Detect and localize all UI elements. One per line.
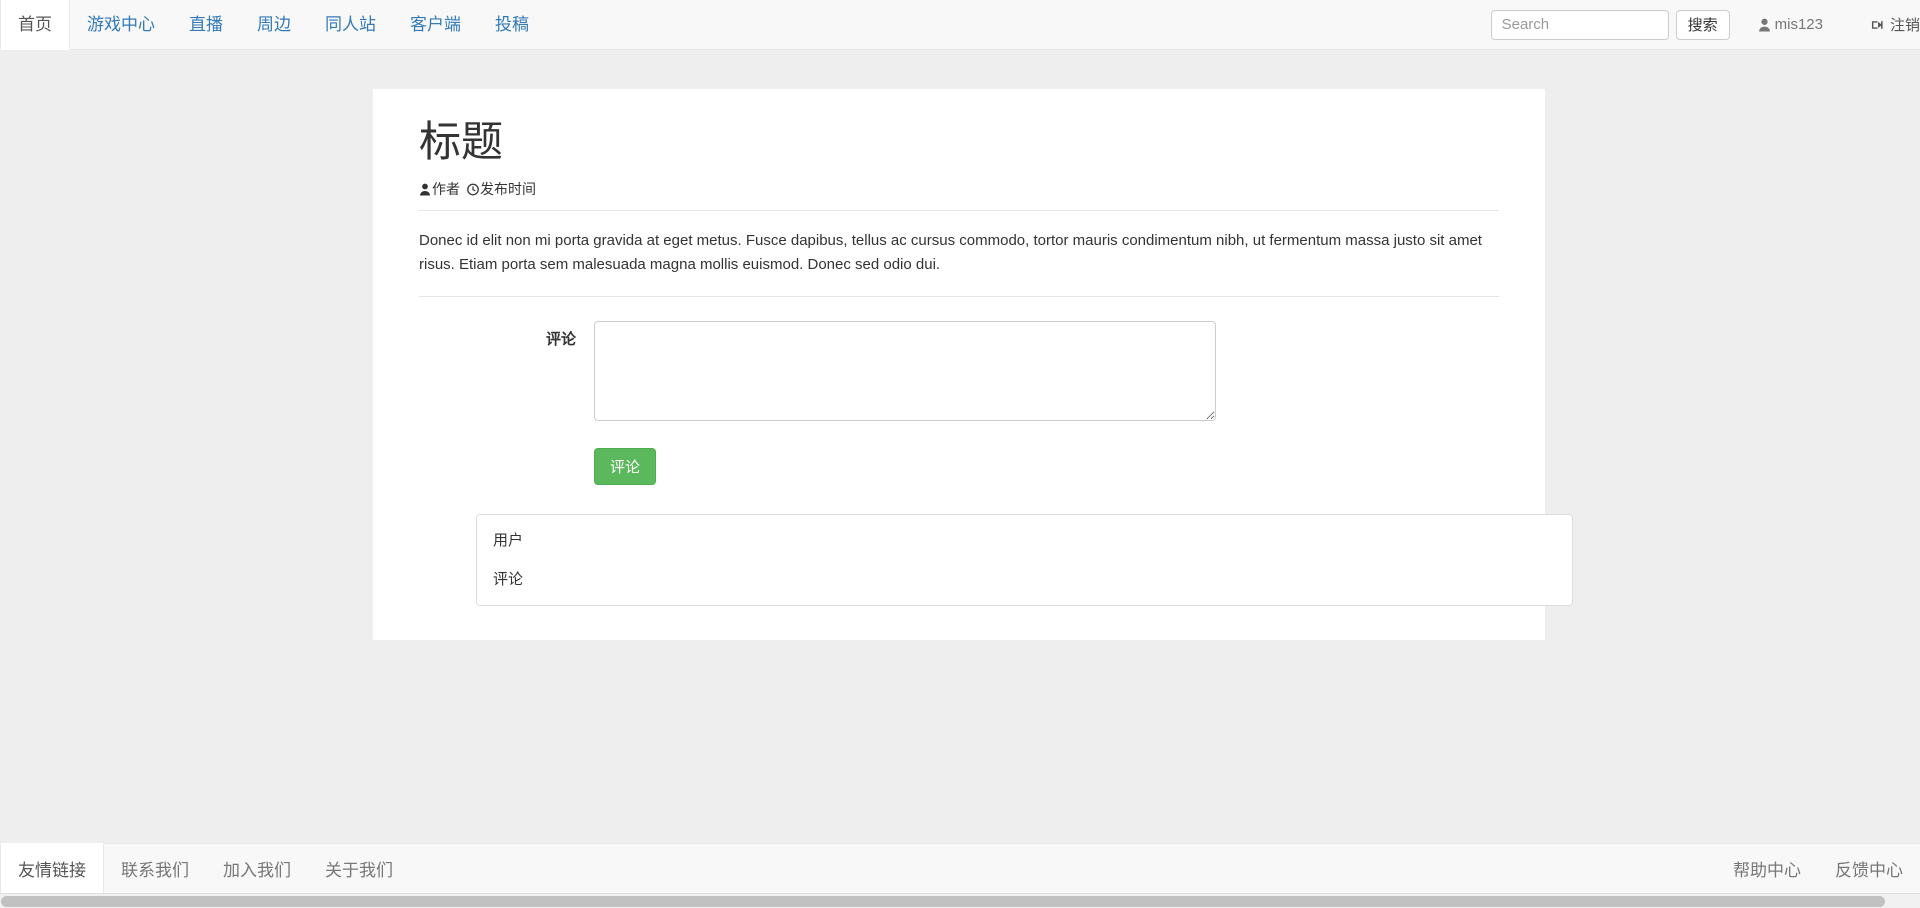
page-title: 标题 <box>419 120 504 166</box>
comment-item: 用户 评论 <box>477 515 1572 605</box>
nav-item-1[interactable]: 游戏中心 <box>70 0 172 49</box>
footer-left-item-3[interactable]: 关于我们 <box>308 844 410 893</box>
sign-out-icon <box>1871 18 1886 32</box>
page-root: 首页游戏中心直播周边同人站客户端投稿 搜索 mis123 <box>0 0 1920 893</box>
search-form: 搜索 <box>1490 9 1730 40</box>
meta-time-label: 发布时间 <box>480 181 536 198</box>
navbar-right-group: 搜索 mis123 <box>1490 0 1920 49</box>
user-icon <box>419 183 431 196</box>
comment-label: 评论 <box>545 330 576 348</box>
clock-icon <box>467 183 479 196</box>
horizontal-scrollbar-thumb[interactable] <box>1 896 1885 907</box>
nav-item-6[interactable]: 投稿 <box>478 0 546 49</box>
footer-left-item-1[interactable]: 联系我们 <box>104 844 206 893</box>
footer-right-item-1[interactable]: 反馈中心 <box>1818 856 1920 881</box>
nav-item-2[interactable]: 直播 <box>172 0 240 49</box>
comment-textarea[interactable] <box>594 320 1216 421</box>
nav-item-4[interactable]: 同人站 <box>308 0 393 49</box>
top-navbar: 首页游戏中心直播周边同人站客户端投稿 搜索 mis123 <box>0 0 1920 50</box>
page-footer: 友情链接 联系我们 加入我们 关于我们 帮助中心 反馈中心 <box>0 843 1920 893</box>
navbar-tabs: 首页 游戏中心 直播 周边 同人站 客户端 投稿 <box>0 0 546 50</box>
comment-text: 评论 <box>493 570 524 588</box>
footer-right-links: 帮助中心 反馈中心 <box>1716 844 1920 893</box>
logout-button[interactable]: 注销 <box>1871 14 1920 35</box>
comment-list: 用户 评论 <box>476 513 1573 606</box>
comment-form: 评论 评论 <box>419 297 1499 485</box>
user-menu[interactable]: mis123 <box>1758 16 1823 33</box>
horizontal-scrollbar[interactable] <box>0 893 1920 908</box>
footer-right-item-0[interactable]: 帮助中心 <box>1716 856 1818 881</box>
comment-submit-row: 评论 <box>419 421 1499 485</box>
comment-user: 用户 <box>493 531 524 549</box>
comment-submit-button[interactable]: 评论 <box>594 447 657 485</box>
nav-item-3[interactable]: 周边 <box>240 0 308 49</box>
footer-left-links: 友情链接 联系我们 加入我们 关于我们 <box>0 843 410 893</box>
article-meta: 作者 发布时间 <box>419 171 1499 212</box>
user-icon <box>1758 18 1771 32</box>
search-button[interactable]: 搜索 <box>1675 9 1730 40</box>
footer-left-item-0[interactable]: 友情链接 <box>0 843 104 893</box>
meta-time: 发布时间 <box>467 179 536 199</box>
meta-author: 作者 <box>419 179 460 199</box>
nav-item-0[interactable]: 首页 <box>0 0 70 50</box>
user-name: mis123 <box>1774 16 1823 33</box>
article-card: 标题 作者 发布时间 Donec id elit non mi porta gr… <box>373 89 1573 640</box>
logout-label: 注销 <box>1889 17 1920 34</box>
nav-item-5[interactable]: 客户端 <box>393 0 478 49</box>
footer-left-item-2[interactable]: 加入我们 <box>206 844 308 893</box>
search-input[interactable] <box>1490 9 1669 40</box>
article-body: Donec id elit non mi porta gravida at eg… <box>419 211 1499 297</box>
meta-author-label: 作者 <box>432 181 460 198</box>
comment-input-row: 评论 <box>419 320 1499 421</box>
